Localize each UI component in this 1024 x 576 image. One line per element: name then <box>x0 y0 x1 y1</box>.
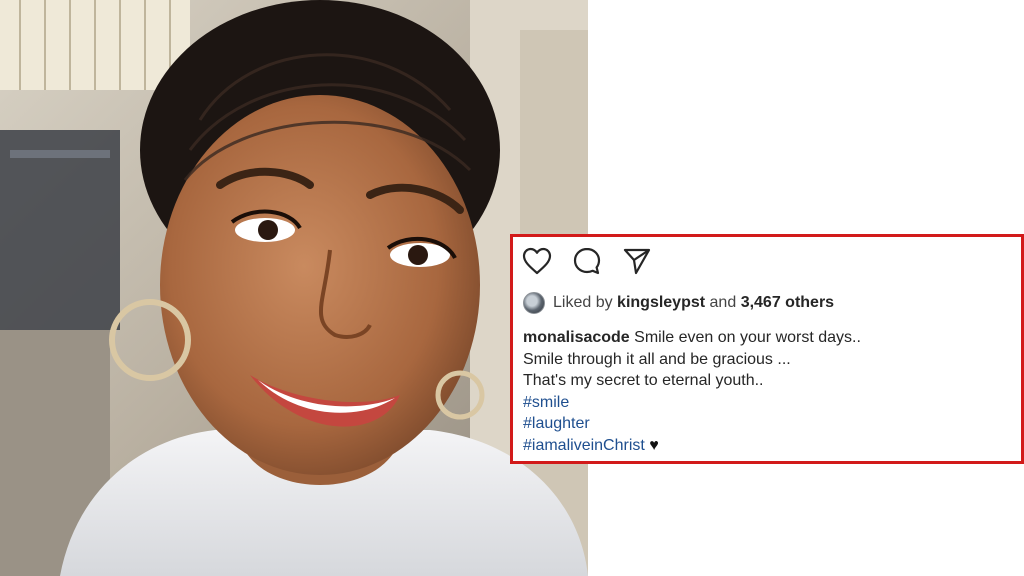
comment-icon <box>573 247 601 275</box>
heart-emoji: ♥ <box>649 436 659 454</box>
share-button[interactable] <box>621 245 653 277</box>
likes-prefix: Liked by <box>553 294 613 311</box>
caption-line-2: Smile through it all and be gracious ... <box>523 350 791 368</box>
hashtag-smile[interactable]: #smile <box>523 394 569 411</box>
liker-username[interactable]: kingsleypst <box>617 294 705 312</box>
caption-line-1: Smile even on your worst days.. <box>634 329 861 346</box>
share-icon <box>623 248 651 275</box>
hashtag-laughter[interactable]: #laughter <box>523 415 590 432</box>
like-icon <box>522 247 552 275</box>
liker-avatar <box>523 292 545 314</box>
post-caption: monalisacode Smile even on your worst da… <box>523 327 1013 457</box>
comment-button[interactable] <box>571 245 603 277</box>
caption-username[interactable]: monalisacode <box>523 329 630 346</box>
likes-connector: and <box>709 294 737 311</box>
post-info-card: Liked by kingsleypst and 3,467 others mo… <box>510 234 1024 464</box>
hashtag-iamaliveinchrist[interactable]: #iamaliveinChrist <box>523 437 645 454</box>
post-actions <box>521 245 671 277</box>
post-photo <box>0 0 588 576</box>
likes-others-count[interactable]: 3,467 others <box>741 294 834 312</box>
caption-line-3: That's my secret to eternal youth.. <box>523 372 764 390</box>
likes-summary: Liked by kingsleypst and 3,467 others <box>523 292 834 314</box>
like-button[interactable] <box>521 245 553 277</box>
